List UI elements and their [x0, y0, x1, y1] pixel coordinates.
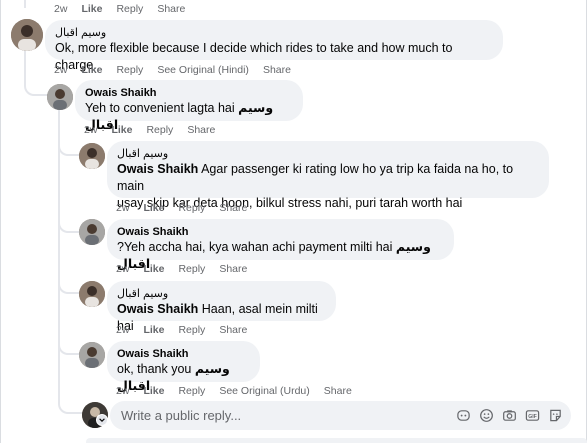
share-link[interactable]: Share: [157, 3, 185, 15]
comment-bubble: Owais Shaikh ?Yeh accha hai, kya wahan a…: [107, 219, 454, 271]
reply-link[interactable]: Reply: [116, 3, 143, 15]
frame-border-left: [0, 0, 1, 443]
sticker-icon[interactable]: [548, 408, 563, 423]
comment-actions: 2w Like Reply Share: [116, 202, 261, 214]
account-switch-icon[interactable]: [96, 414, 108, 426]
thread-curve: [58, 278, 80, 294]
share-link[interactable]: Share: [219, 202, 247, 214]
like-link[interactable]: Like: [143, 324, 164, 336]
comment-body: Yeh to convenient lagta hai: [85, 101, 235, 115]
gif-icon[interactable]: GIF: [525, 408, 540, 423]
comment-actions: 2w Like Reply See Original (Hindi) Share: [54, 64, 305, 76]
comment-actions: 2w Like Reply Share: [84, 124, 229, 136]
share-link[interactable]: Share: [187, 124, 215, 136]
thread-line: [24, 48, 26, 80]
comment-actions: 2w Like Reply Share: [116, 324, 261, 336]
share-link[interactable]: Share: [324, 385, 352, 397]
like-link[interactable]: Like: [81, 64, 102, 76]
reply-link[interactable]: Reply: [178, 324, 205, 336]
thread-curve: [24, 78, 48, 96]
timestamp[interactable]: 2w: [116, 385, 129, 397]
comment-author[interactable]: Owais Shaikh: [117, 225, 444, 239]
chevron-down-icon: [99, 418, 105, 422]
thread-curve: [58, 217, 80, 233]
comment-actions: 2w Like Reply See Original (Urdu) Share: [116, 385, 366, 397]
avatar[interactable]: [79, 281, 105, 307]
comment-actions: 2w Like Reply Share: [116, 263, 261, 275]
person-photo-icon: [11, 19, 43, 51]
comment-body: ok, thank you: [117, 362, 192, 376]
person-photo-icon: [79, 342, 105, 368]
reply-link[interactable]: Reply: [116, 64, 143, 76]
comment-bubble: وسیم اقبال Owais Shaikh Haan, asal mein …: [107, 281, 336, 333]
avatar[interactable]: [79, 143, 105, 169]
svg-text:GIF: GIF: [528, 414, 537, 420]
avatar[interactable]: [79, 219, 105, 245]
person-photo-icon: [79, 143, 105, 169]
comment-bubble: وسیم اقبال Owais Shaikh Agar passenger k…: [107, 141, 549, 210]
reply-input[interactable]: [119, 407, 448, 424]
person-photo-icon: [79, 281, 105, 307]
like-link[interactable]: Like: [111, 124, 132, 136]
avatar[interactable]: [11, 19, 43, 51]
timestamp[interactable]: 2w: [54, 64, 67, 76]
avatar[interactable]: [47, 84, 73, 110]
share-link[interactable]: Share: [219, 324, 247, 336]
comment-actions: 2w Like Reply Share: [54, 3, 199, 15]
person-photo-icon: [47, 84, 73, 110]
comment-author[interactable]: Owais Shaikh: [85, 86, 293, 100]
comment-author[interactable]: وسیم اقبال: [55, 26, 493, 40]
like-link[interactable]: Like: [143, 385, 164, 397]
like-link[interactable]: Like: [81, 3, 102, 15]
thread-curve: [58, 140, 80, 156]
see-original-link[interactable]: See Original (Urdu): [219, 385, 309, 397]
comment-author[interactable]: Owais Shaikh: [117, 347, 250, 361]
timestamp[interactable]: 2w: [54, 3, 67, 15]
mention-link[interactable]: Owais Shaikh: [117, 162, 198, 176]
like-link[interactable]: Like: [143, 202, 164, 214]
timestamp[interactable]: 2w: [116, 202, 129, 214]
share-link[interactable]: Share: [219, 263, 247, 275]
timestamp[interactable]: 2w: [116, 263, 129, 275]
next-item-edge: [86, 438, 587, 443]
timestamp[interactable]: 2w: [84, 124, 97, 136]
reply-link[interactable]: Reply: [178, 385, 205, 397]
thread-line: [24, 0, 26, 8]
share-link[interactable]: Share: [263, 64, 291, 76]
thread-curve: [58, 398, 82, 414]
reply-composer: GIF: [110, 401, 571, 430]
reply-link[interactable]: Reply: [178, 202, 205, 214]
comment-body: ?Yeh accha hai, kya wahan achi payment m…: [117, 240, 393, 254]
comment-bubble: وسیم اقبال Ok, more flexible because I d…: [45, 20, 503, 72]
like-link[interactable]: Like: [143, 263, 164, 275]
thread-curve: [58, 339, 80, 355]
reply-link[interactable]: Reply: [178, 263, 205, 275]
avatar[interactable]: [79, 342, 105, 368]
comment-bubble: Owais Shaikh Yeh to convenient lagta hai…: [75, 80, 303, 132]
comment-author[interactable]: وسیم اقبال: [117, 147, 539, 161]
camera-icon[interactable]: [502, 408, 517, 423]
mention-link[interactable]: Owais Shaikh: [117, 302, 198, 316]
person-photo-icon: [79, 219, 105, 245]
comment-author[interactable]: وسیم اقبال: [117, 287, 326, 301]
comment-bubble: Owais Shaikh ok, thank you وسیم اقبال: [107, 341, 260, 393]
see-original-link[interactable]: See Original (Hindi): [157, 64, 249, 76]
avatar-sticker-icon[interactable]: [456, 408, 471, 423]
timestamp[interactable]: 2w: [116, 324, 129, 336]
emoji-icon[interactable]: [479, 408, 494, 423]
reply-link[interactable]: Reply: [146, 124, 173, 136]
